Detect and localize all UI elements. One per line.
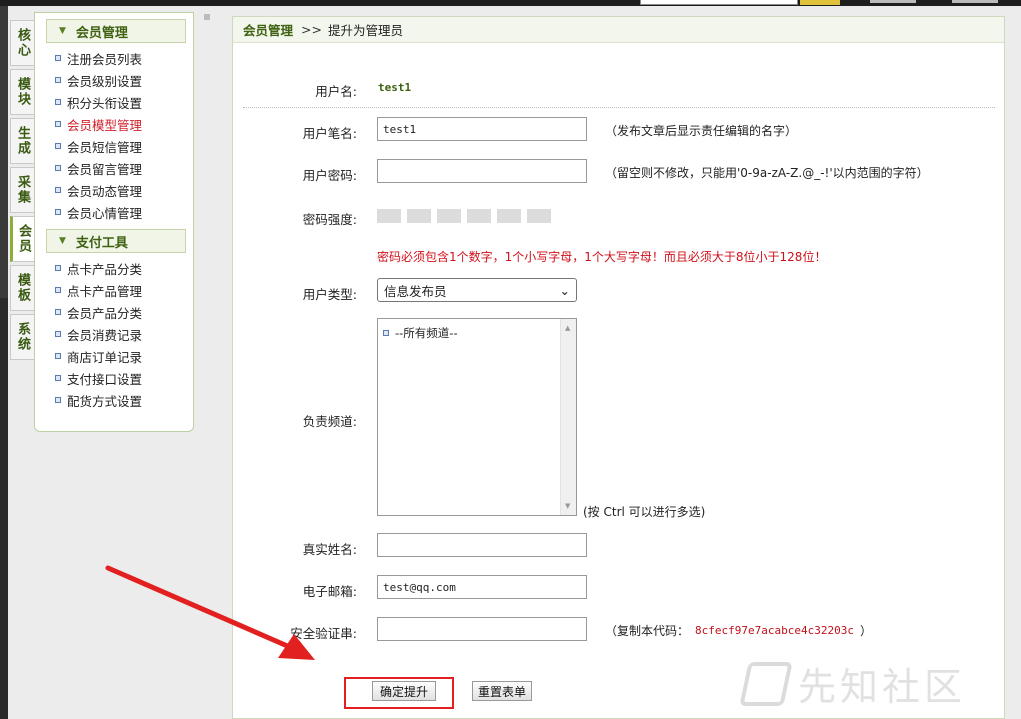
- side-tab-generate[interactable]: 生成: [10, 118, 34, 164]
- bullet-icon: [55, 309, 61, 315]
- bullet-icon: [55, 77, 61, 83]
- menu-group-title: 支付工具: [75, 235, 128, 251]
- menu-item[interactable]: 会员级别设置: [55, 69, 193, 91]
- username-value: test1: [378, 81, 412, 94]
- password-warning: 密码必须包含1个数字，1个小写字母，1个大写字母！而且必须大于8位小于128位！: [377, 250, 827, 264]
- bullet-icon: [55, 331, 61, 337]
- watermark-logo-icon: [739, 661, 793, 706]
- bullet-icon: [55, 187, 61, 193]
- bullet-icon: [55, 353, 61, 359]
- usertype-label: 用户类型:: [302, 287, 357, 302]
- bullet-icon: [55, 99, 61, 105]
- scroll-down-icon[interactable]: ▼: [565, 502, 570, 510]
- side-tab-member[interactable]: 会员: [10, 216, 34, 262]
- channel-option[interactable]: --所有频道--: [383, 325, 458, 341]
- breadcrumb-separator: >>: [301, 22, 322, 37]
- password-strength-meter: [377, 209, 551, 223]
- bullet-icon: [383, 330, 389, 336]
- menu-item[interactable]: 会员产品分类: [55, 301, 193, 323]
- menu-item[interactable]: 配货方式设置: [55, 389, 193, 411]
- submit-button[interactable]: 确定提升: [372, 681, 436, 701]
- top-search-button[interactable]: [800, 0, 840, 5]
- breadcrumb-page: 提升为管理员: [327, 23, 403, 38]
- chevron-down-icon: ⌄: [559, 282, 570, 298]
- bullet-icon: [55, 375, 61, 381]
- menu-group-member[interactable]: ▼ 会员管理: [46, 19, 186, 43]
- annotation-arrow: [105, 565, 315, 660]
- menu-item[interactable]: 商店订单记录: [55, 345, 193, 367]
- bullet-icon: [55, 55, 61, 61]
- menu-item[interactable]: 会员心情管理: [55, 201, 193, 223]
- menu-group-payment[interactable]: ▼ 支付工具: [46, 229, 186, 253]
- top-link[interactable]: [870, 0, 916, 3]
- channel-listbox[interactable]: --所有频道-- ▲ ▼: [377, 318, 577, 516]
- realname-label: 真实姓名:: [302, 542, 357, 557]
- bullet-icon: [55, 121, 61, 127]
- usertype-select[interactable]: 信息发布员 ⌄: [377, 278, 577, 302]
- strength-label: 密码强度:: [302, 212, 357, 227]
- chevron-down-icon: ▼: [59, 26, 66, 36]
- realname-input[interactable]: [377, 533, 587, 557]
- password-input[interactable]: [377, 159, 587, 183]
- penname-label: 用户笔名:: [302, 126, 357, 141]
- bullet-icon: [55, 143, 61, 149]
- left-edge: [0, 6, 8, 719]
- chevron-down-icon: ▼: [59, 236, 66, 246]
- menu-item[interactable]: 支付接口设置: [55, 367, 193, 389]
- top-bar: [0, 0, 1021, 6]
- side-tab-module[interactable]: 模块: [10, 69, 34, 115]
- breadcrumb-section[interactable]: 会员管理: [243, 20, 293, 39]
- breadcrumb: 会员管理 >> 提升为管理员: [233, 17, 1004, 43]
- safecode-hint: （复制本代码： 8cfecf97e7acabce4c32203c ）: [605, 624, 872, 638]
- menu-item[interactable]: 会员留言管理: [55, 157, 193, 179]
- menu-item-active[interactable]: 会员模型管理: [55, 113, 193, 135]
- bullet-icon: [55, 287, 61, 293]
- menu-item[interactable]: 会员动态管理: [55, 179, 193, 201]
- password-hint: （留空则不修改，只能用'0-9a-zA-Z.@_-!'以内范围的字符）: [605, 166, 929, 180]
- bullet-icon: [55, 265, 61, 271]
- side-tab-core[interactable]: 核心: [10, 20, 34, 66]
- channel-hint: (按 Ctrl 可以进行多选): [583, 505, 706, 519]
- email-input[interactable]: test@qq.com: [377, 575, 587, 599]
- bullet-icon: [55, 165, 61, 171]
- password-label: 用户密码:: [302, 168, 357, 183]
- side-menu: ▼ 会员管理 注册会员列表 会员级别设置 积分头衔设置 会员模型管理 会员短信管…: [34, 12, 194, 432]
- watermark: 先知社区: [739, 656, 967, 711]
- menu-item[interactable]: 点卡产品分类: [55, 257, 193, 279]
- menu-item[interactable]: 积分头衔设置: [55, 91, 193, 113]
- side-tab-collect[interactable]: 采集: [10, 167, 34, 213]
- penname-hint: （发布文章后显示责任编辑的名字）: [605, 124, 798, 138]
- menu-item[interactable]: 注册会员列表: [55, 47, 193, 69]
- usertype-selected: 信息发布员: [384, 283, 447, 299]
- username-label: 用户名:: [315, 84, 357, 99]
- menu-item[interactable]: 会员短信管理: [55, 135, 193, 157]
- divider: [243, 107, 995, 108]
- side-tab-template[interactable]: 模板: [10, 265, 34, 311]
- safecode-code: 8cfecf97e7acabce4c32203c: [695, 624, 854, 637]
- listbox-scrollbar[interactable]: ▲ ▼: [560, 319, 576, 515]
- reset-button[interactable]: 重置表单: [472, 681, 532, 701]
- side-tabs: 核心 模块 生成 采集 会员 模板 系统: [10, 20, 34, 363]
- menu-group-title: 会员管理: [75, 25, 128, 41]
- penname-input[interactable]: test1: [377, 117, 587, 141]
- side-tab-system[interactable]: 系统: [10, 314, 34, 360]
- bullet-icon: [55, 397, 61, 403]
- top-link[interactable]: [952, 0, 998, 3]
- channel-label: 负责频道:: [302, 414, 357, 429]
- menu-item[interactable]: 会员消费记录: [55, 323, 193, 345]
- bullet-icon: [55, 209, 61, 215]
- scroll-handle[interactable]: [204, 14, 210, 20]
- watermark-text: 先知社区: [798, 665, 967, 709]
- scroll-up-icon[interactable]: ▲: [565, 324, 570, 332]
- top-search-input[interactable]: [640, 0, 798, 5]
- menu-item[interactable]: 点卡产品管理: [55, 279, 193, 301]
- safecode-input[interactable]: [377, 617, 587, 641]
- main-panel: 会员管理 >> 提升为管理员 用户名: test1 用户笔名: test1 （发…: [232, 16, 1005, 719]
